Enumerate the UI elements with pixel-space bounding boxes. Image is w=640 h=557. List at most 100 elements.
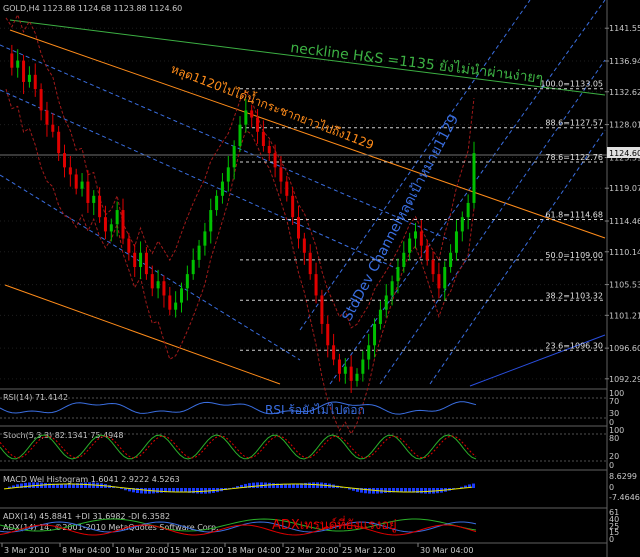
candle-body: [314, 274, 318, 296]
candle-body: [103, 217, 107, 232]
macd-bar: [176, 488, 179, 493]
candle-body: [291, 195, 295, 218]
candle-body: [121, 210, 125, 239]
candle-body: [250, 110, 254, 118]
fib-level-label: 100.0=1133.05: [540, 80, 603, 89]
price-tick-label: 1092.29: [609, 375, 640, 384]
price-tick-label: 1105.53: [609, 281, 640, 290]
macd-bar: [144, 488, 147, 494]
candle-body: [449, 252, 453, 267]
candle-body: [109, 224, 113, 232]
macd-bar: [200, 488, 203, 494]
candle-body: [86, 181, 90, 203]
down-channel-upper[interactable]: [0, 44, 451, 241]
candle-body: [57, 131, 61, 154]
fib-level-label: 78.6=1122.76: [545, 153, 603, 162]
candle-body: [16, 60, 20, 68]
macd-bar: [196, 488, 199, 494]
candle-body: [203, 231, 207, 246]
macd-bar: [28, 482, 31, 488]
candle-body: [261, 131, 265, 146]
candle-body: [80, 181, 84, 189]
candle-body: [267, 146, 271, 154]
time-tick-label: 22 Mar 20:00: [285, 546, 338, 555]
candle-body: [244, 110, 248, 125]
candle-body: [466, 202, 470, 218]
candle-body: [297, 217, 300, 239]
candle-body: [454, 231, 458, 253]
time-tick-label: 15 Mar 12:00: [170, 546, 223, 555]
rsi-scale-70: 70: [609, 397, 619, 406]
fib-level-label: 38.2=1103.32: [545, 291, 603, 300]
price-tick-label: 1110.14: [609, 248, 640, 257]
macd-bar: [424, 488, 427, 494]
down-channel-mid[interactable]: [0, 89, 401, 271]
fib-level-label: 88.6=1127.57: [545, 119, 603, 128]
time-tick-label: 18 Mar 04:00: [227, 546, 280, 555]
macd-bar: [368, 488, 371, 494]
candle-body: [232, 146, 236, 168]
candle-body: [156, 281, 160, 289]
candle-body: [209, 210, 213, 232]
candle-body: [39, 89, 43, 111]
up-channel-lower[interactable]: [379, 59, 606, 385]
candle-body: [180, 288, 183, 303]
macd-bar: [192, 488, 195, 494]
candle-body: [133, 252, 137, 267]
price-tick-label: 1101.21: [609, 311, 640, 320]
candle-body: [431, 259, 435, 275]
macd-scale-min: -7.4646: [609, 493, 640, 502]
candle-body: [215, 195, 219, 211]
candle-body: [45, 110, 49, 125]
candle-body: [27, 74, 31, 82]
main-chart-canvas[interactable]: 100.0=1133.05 88.6=1127.57 78.6=1122.76 61.…: [0, 0, 640, 557]
candle-body: [33, 74, 37, 90]
macd-bar: [384, 488, 387, 493]
candle-body: [460, 217, 464, 232]
macd-scale-zero: 0: [609, 483, 614, 492]
candle-body: [414, 231, 417, 239]
fib-level-label: 61.8=1114.68: [545, 210, 603, 219]
price-tick-label: 1128.01: [609, 121, 640, 130]
time-tick-label: 3 Mar 2010: [4, 546, 50, 555]
macd-pane[interactable]: MACD Wel Histogram 1.6041 2.9222 4.5263 …: [3, 472, 640, 502]
fib-level-label: 23.6=1096.30: [545, 341, 603, 350]
macd-bar: [44, 483, 47, 488]
macd-scale-max: 8.6299: [609, 472, 637, 481]
candle-body: [226, 167, 230, 182]
macd-bar: [160, 488, 163, 493]
adx-pane[interactable]: ADX(14) 45.8841 +DI 31.6982 -DI 6.3582 A…: [0, 508, 619, 544]
candle-body: [273, 153, 277, 168]
candle-body: [127, 238, 131, 253]
candle-body: [367, 345, 371, 360]
rsi-pane[interactable]: RSI(14) 71.4142 RSI ร้อยังไม่ไปต่อก 100 …: [0, 389, 624, 427]
candle-body: [443, 267, 447, 289]
candle-body: [285, 181, 289, 196]
candle-body: [10, 53, 14, 68]
candle-body: [63, 153, 66, 168]
time-tick-label: 8 Mar 04:00: [62, 546, 110, 555]
stoch-scale-0: 0: [609, 461, 614, 470]
candle-body: [185, 274, 189, 289]
candle-body: [402, 252, 406, 267]
candle-body: [378, 309, 382, 324]
current-price-label: 1124.60: [609, 149, 640, 158]
down-channel-lower[interactable]: [0, 174, 301, 361]
stochastic-pane[interactable]: Stoch(5,3,3) 82.1341 75.4948 100 80 20 0: [0, 426, 624, 470]
macd-bar: [80, 482, 83, 488]
macd-bar: [364, 488, 367, 494]
candle-body: [162, 281, 166, 296]
macd-bar: [400, 488, 403, 493]
candle-body: [408, 238, 412, 253]
price-tick-label: 1132.62: [609, 88, 640, 97]
candle-body: [425, 245, 429, 260]
chart-window[interactable]: 100.0=1133.05 88.6=1127.57 78.6=1122.76 61.…: [0, 0, 640, 557]
orange-trendline-lower[interactable]: [4, 284, 281, 385]
adx-scale-0: 0: [609, 535, 614, 544]
price-tick-label: 1096.60: [609, 344, 640, 353]
candle-body: [355, 373, 359, 381]
stoch-scale-20: 20: [609, 452, 619, 461]
adx-label: ADX(14) 45.8841 +DI 31.6982 -DI 6.3582: [3, 512, 170, 521]
time-tick-label: 30 Mar 04:00: [420, 546, 473, 555]
stoch-scale-80: 80: [609, 434, 619, 443]
